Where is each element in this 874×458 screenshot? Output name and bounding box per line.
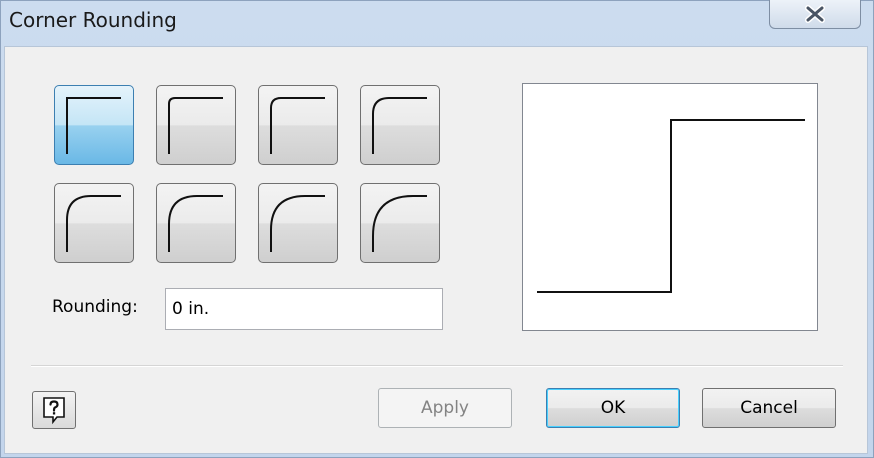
rounded-corner-max-icon [372,195,427,252]
dialog-title: Corner Rounding [9,8,177,32]
help-button[interactable] [32,391,76,429]
corner-rounding-dialog: Corner Rounding Rounding: 0 in. Apply OK… [0,0,874,458]
close-button[interactable] [769,0,861,29]
ok-button[interactable]: OK [546,388,680,428]
rounded-corner-huge-icon [270,195,325,252]
help-icon [43,397,65,425]
rounded-corner-medium-icon [270,97,325,154]
corner-style-1[interactable] [156,85,236,165]
preview-line [537,119,805,293]
rounded-corner-small-icon [168,97,223,154]
corner-style-3[interactable] [360,85,440,165]
rounded-corner-large-icon [372,97,427,154]
corner-style-2[interactable] [258,85,338,165]
corner-style-5[interactable] [156,183,236,263]
dialog-client-area: Rounding: Apply OK Cancel [4,46,868,454]
separator [31,365,843,367]
apply-button[interactable]: Apply [378,388,512,428]
rounded-corner-xlarge-icon [66,195,121,252]
corner-style-6[interactable] [258,183,338,263]
cancel-button[interactable]: Cancel [702,388,836,428]
close-icon [805,4,825,23]
corner-style-square[interactable] [54,85,134,165]
corner-style-4[interactable] [54,183,134,263]
rounding-label: Rounding: [52,297,138,317]
square-corner-icon [66,97,121,154]
rounded-corner-xxlarge-icon [168,195,223,252]
corner-style-7[interactable] [360,183,440,263]
preview-pane [522,83,818,331]
rounding-input[interactable] [165,288,443,330]
